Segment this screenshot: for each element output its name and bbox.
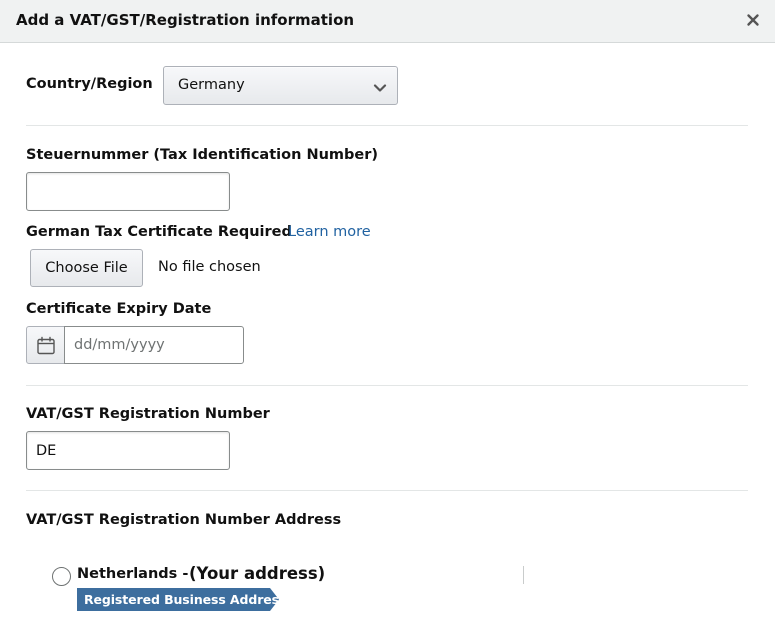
tax-id-label: Steuernummer (Tax Identification Number) [26, 147, 379, 163]
choose-file-button[interactable]: Choose File [30, 249, 143, 287]
modal-header: Add a VAT/GST/Registration information [0, 0, 775, 43]
country-select-value: Germany [178, 77, 245, 93]
tax-id-input[interactable] [26, 172, 230, 211]
divider [26, 385, 748, 386]
address-note: (Your address) [189, 564, 326, 583]
divider [26, 490, 748, 491]
address-radio[interactable] [52, 567, 71, 586]
certificate-label: German Tax Certificate Required [26, 224, 292, 240]
chevron-down-icon [373, 80, 387, 94]
modal-title: Add a VAT/GST/Registration information [16, 11, 355, 29]
learn-more-link[interactable]: Learn more [288, 224, 371, 240]
expiry-date-group [26, 326, 244, 364]
address-label: VAT/GST Registration Number Address [26, 512, 342, 528]
country-label: Country/Region [26, 76, 153, 92]
calendar-icon [36, 336, 56, 356]
separator [523, 566, 524, 584]
close-icon[interactable] [743, 10, 763, 30]
vat-label: VAT/GST Registration Number [26, 406, 270, 422]
file-status: No file chosen [158, 259, 261, 275]
vat-input[interactable] [26, 431, 230, 470]
country-select[interactable]: Germany [163, 66, 398, 105]
divider [26, 125, 748, 126]
expiry-date-input[interactable] [64, 326, 244, 364]
address-country: Netherlands - [77, 566, 189, 582]
address-option[interactable]: Netherlands - (Your address) [52, 564, 532, 588]
badge-label: Registered Business Address [84, 592, 287, 607]
calendar-button[interactable] [26, 326, 65, 364]
expiry-label: Certificate Expiry Date [26, 301, 212, 317]
registered-address-badge: Registered Business Address [77, 588, 286, 611]
